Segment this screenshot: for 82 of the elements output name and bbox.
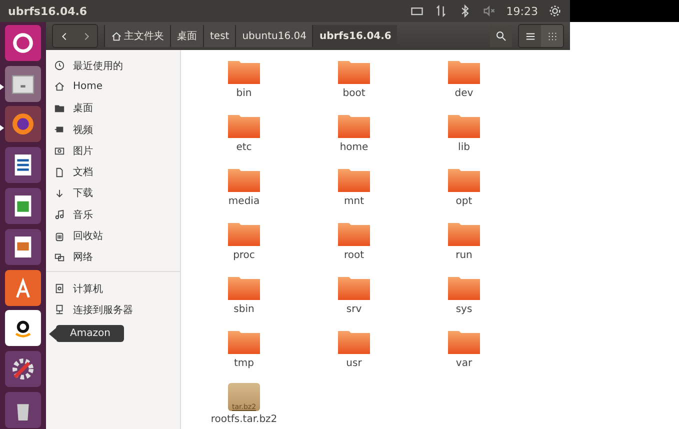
- breadcrumb[interactable]: 桌面: [170, 25, 203, 47]
- sidebar-item[interactable]: 最近使用的: [73, 58, 123, 73]
- clock: 19:23: [506, 4, 538, 18]
- folder-icon: [227, 329, 261, 355]
- file-name[interactable]: sbin: [234, 304, 254, 315]
- gear-icon: [548, 4, 562, 18]
- search-icon: [495, 30, 507, 42]
- folder-icon: [337, 59, 371, 85]
- file-name[interactable]: rootfs.tar.bz2: [210, 414, 278, 425]
- folder-icon: [447, 59, 481, 85]
- file-name[interactable]: home: [340, 142, 368, 153]
- sidebar-item[interactable]: 桌面: [73, 101, 93, 116]
- sidebar-item[interactable]: 网络: [73, 250, 93, 264]
- file-name[interactable]: run: [456, 250, 472, 261]
- software-launcher-icon[interactable]: [5, 270, 41, 306]
- file-name[interactable]: boot: [342, 88, 366, 99]
- sidebar-item[interactable]: 视频: [73, 122, 93, 137]
- sidebar-item[interactable]: 连接到服务器: [73, 302, 133, 317]
- sidebar-item[interactable]: 计算机: [73, 282, 103, 296]
- grid-icon: [546, 30, 558, 42]
- folder-icon: [447, 221, 481, 247]
- breadcrumb[interactable]: test: [203, 25, 236, 47]
- home-icon: [111, 30, 122, 42]
- folder-icon: [227, 167, 261, 193]
- folder-icon: [227, 59, 261, 85]
- download-icon: [54, 188, 65, 199]
- folder-icon: [227, 275, 261, 301]
- file-name[interactable]: tmp: [234, 358, 254, 369]
- file-name[interactable]: var: [456, 358, 472, 369]
- file-name[interactable]: etc: [236, 142, 252, 153]
- folder-icon: [337, 113, 371, 139]
- trash-launcher-icon[interactable]: [5, 392, 41, 428]
- camera-icon: [54, 124, 65, 136]
- file-name[interactable]: bin: [236, 88, 252, 99]
- list-view-button[interactable]: [519, 25, 541, 47]
- sidebar-item[interactable]: 图片: [73, 144, 93, 158]
- folder-icon: [337, 329, 371, 355]
- folder-icon: [337, 167, 371, 193]
- breadcrumb[interactable]: ubrfs16.04.6: [312, 25, 398, 47]
- camera-icon: [54, 145, 65, 156]
- network-arrows-icon: [434, 4, 448, 18]
- file-name[interactable]: usr: [346, 358, 362, 369]
- sidebar-item[interactable]: 回收站: [73, 229, 103, 244]
- folder-icon: [337, 275, 371, 301]
- window-title: ubrfs16.04.6: [8, 4, 88, 18]
- file-name[interactable]: sys: [456, 304, 472, 315]
- file-name[interactable]: root: [344, 250, 364, 261]
- folder-icon: [447, 329, 481, 355]
- breadcrumb[interactable]: ubuntu16.04: [235, 25, 312, 47]
- network-icon: [54, 252, 65, 263]
- sidebar-item[interactable]: Home: [73, 81, 103, 92]
- file-name[interactable]: srv: [346, 304, 362, 315]
- speaker-muted-icon: [482, 4, 496, 18]
- document-icon: [54, 166, 65, 178]
- files-launcher-icon[interactable]: [5, 66, 41, 102]
- trash-icon: [54, 230, 65, 242]
- file-name[interactable]: mnt: [344, 196, 364, 207]
- folder-icon: [447, 275, 481, 301]
- clock-icon: [54, 60, 65, 72]
- music-icon: [54, 209, 65, 220]
- file-name[interactable]: opt: [456, 196, 472, 207]
- tooltip: Amazon: [56, 325, 124, 342]
- home-icon: [54, 81, 65, 92]
- sidebar-item[interactable]: 下载: [73, 186, 93, 200]
- back-button[interactable]: [53, 25, 75, 47]
- server-icon: [54, 304, 65, 316]
- sidebar-item[interactable]: 音乐: [73, 208, 93, 222]
- folder-icon: [337, 221, 371, 247]
- file-name[interactable]: media: [228, 196, 260, 207]
- file-name[interactable]: lib: [458, 142, 470, 153]
- breadcrumb[interactable]: 主文件夹: [104, 25, 170, 47]
- folder-icon: [227, 221, 261, 247]
- list-icon: [524, 30, 536, 42]
- sidebar-item[interactable]: 文档: [73, 165, 93, 180]
- search-button[interactable]: [490, 25, 512, 47]
- folder-icon: [54, 102, 65, 114]
- folder-icon: [227, 113, 261, 139]
- file-name[interactable]: proc: [233, 250, 255, 261]
- folder-icon: [447, 113, 481, 139]
- drive-icon: [54, 283, 65, 294]
- file-name[interactable]: dev: [454, 88, 474, 99]
- folder-icon: [447, 167, 481, 193]
